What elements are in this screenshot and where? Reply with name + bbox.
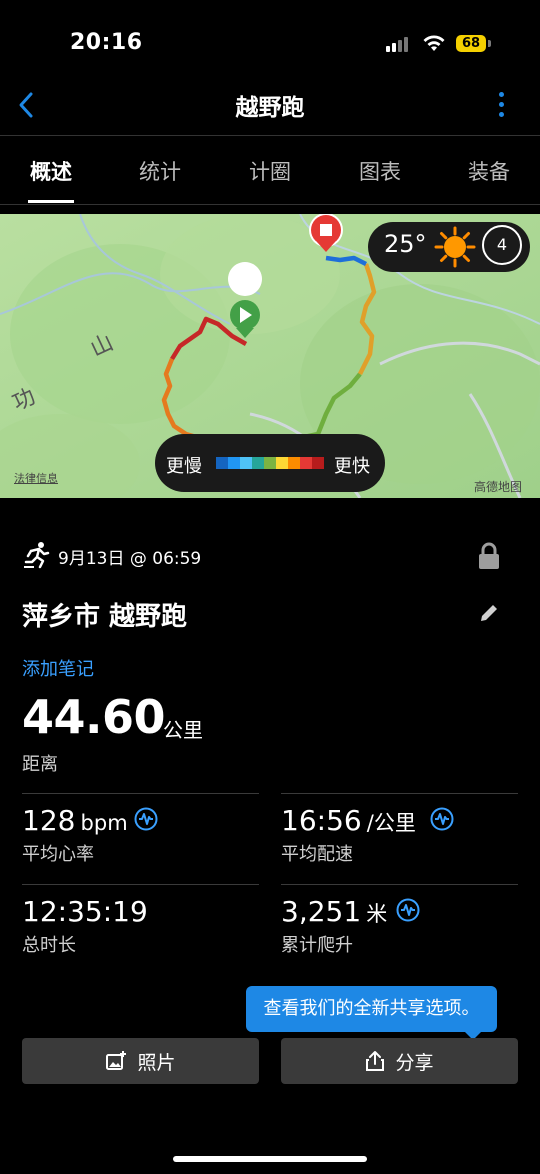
photos-label: 照片 [137,1051,176,1074]
pace-color-segment [252,457,264,469]
ascent-value: 3,251 [281,895,362,928]
wifi-icon [423,35,445,51]
active-tab-indicator [28,200,74,203]
share-button[interactable]: 分享 [281,1038,518,1084]
pace-row: 16:56 /公里 [281,804,416,837]
trail-run-icon [24,542,50,569]
pace-unit: /公里 [366,811,416,835]
heart-rate-value: 128 [22,804,76,837]
ascent-row: 3,251 米 [281,895,387,928]
pace-chart-icon[interactable] [430,807,454,831]
tab-overview[interactable]: 概述 [6,156,96,186]
ascent-label: 累计爬升 [281,935,353,956]
home-indicator[interactable] [173,1156,367,1162]
temperature: 25° [384,230,427,258]
pace-color-segment [300,457,312,469]
pace-value: 16:56 [281,804,362,837]
tab-gear[interactable]: 装备 [444,156,534,186]
share-tooltip[interactable]: 查看我们的全新共享选项。 [246,986,497,1032]
battery-tip [488,40,491,47]
pace-slow-label: 更慢 [166,456,202,477]
heart-rate-row: 128 bpm [22,804,128,837]
status-time: 20:16 [70,30,143,55]
battery-indicator: 68 [456,35,486,52]
pace-fast-label: 更快 [334,456,370,477]
pace-color-segment [228,457,240,469]
ascent-unit: 米 [366,902,388,926]
distance-value: 44.60 [22,690,166,744]
stats-divider [22,884,259,885]
pace-color-segment [264,457,276,469]
share-label: 分享 [395,1051,434,1074]
duration-label: 总时长 [22,935,76,956]
pace-color-segment [312,457,324,469]
activity-title: 萍乡市 越野跑 [22,602,188,632]
legal-info-link[interactable]: 法律信息 [14,470,58,486]
pace-color-segment [288,457,300,469]
tab-laps[interactable]: 计圈 [225,156,315,186]
stats-divider [281,884,518,885]
tab-stats[interactable]: 统计 [115,156,205,186]
stats-divider [22,793,259,794]
pace-color-segment [216,457,228,469]
pace-label: 平均配速 [281,844,353,865]
duration-value: 12:35:19 [22,895,148,928]
heart-rate-chart-icon[interactable] [134,807,158,831]
pace-color-bar [216,457,324,469]
pace-color-segment [240,457,252,469]
map-provider: 高德地图 [474,480,523,494]
share-icon [366,1051,385,1071]
signal-icon [386,36,412,52]
add-photo-icon [106,1051,127,1070]
distance-label: 距离 [22,754,58,775]
page-title: 越野跑 [235,95,305,121]
ascent-chart-icon[interactable] [396,898,420,922]
tab-charts[interactable]: 图表 [335,156,425,186]
photos-button[interactable]: 照片 [22,1038,259,1084]
nav-divider [0,135,540,136]
heart-rate-label: 平均心率 [22,844,94,865]
stats-divider [281,793,518,794]
wind-level: 4 [482,225,522,265]
activity-date: 9月13日 @ 06:59 [58,549,202,569]
tabs-divider [0,204,540,205]
more-menu-icon[interactable] [496,90,508,120]
distance-unit: 公里 [163,718,203,742]
lock-icon[interactable] [476,541,502,571]
heart-rate-unit: bpm [80,811,128,835]
edit-pencil-icon[interactable] [478,602,500,624]
add-note-link[interactable]: 添加笔记 [22,655,94,681]
sun-icon [434,226,476,268]
pace-color-segment [276,457,288,469]
